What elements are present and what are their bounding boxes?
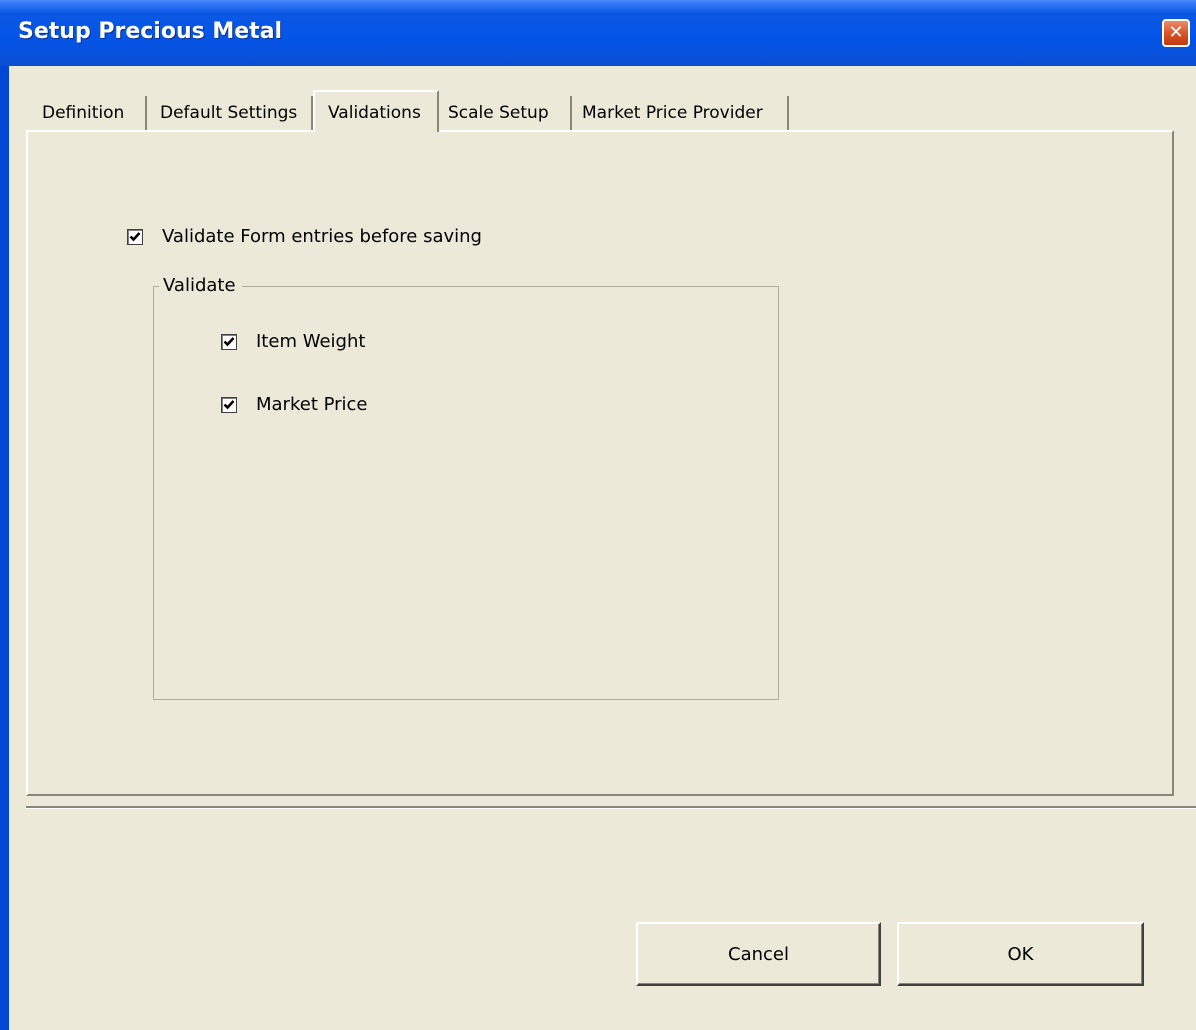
validate-before-saving-label: Validate Form entries before saving (162, 226, 482, 247)
market-price-checkbox[interactable] (221, 397, 237, 413)
checkmark-icon (129, 232, 141, 242)
tab-market-price-provider[interactable]: Market Price Provider (572, 96, 789, 130)
dialog-separator (26, 806, 1196, 809)
item-weight-checkbox[interactable] (221, 334, 237, 350)
tab-definition[interactable]: Definition (33, 96, 147, 130)
market-price-label: Market Price (256, 394, 368, 415)
checkmark-icon (223, 400, 235, 410)
ok-button[interactable]: OK (897, 922, 1144, 986)
checkmark-icon (223, 337, 235, 347)
tab-label: Definition (42, 103, 125, 123)
tab-scale-setup[interactable]: Scale Setup (439, 96, 572, 130)
dialog-window: Setup Precious Metal ✕ Definition Defaul… (0, 0, 1196, 1030)
validate-before-saving-checkbox[interactable] (127, 229, 143, 245)
tab-validations[interactable]: Validations (313, 90, 439, 132)
close-icon: ✕ (1168, 22, 1184, 43)
title-bar[interactable]: Setup Precious Metal ✕ (0, 0, 1196, 66)
tab-label: Market Price Provider (582, 103, 763, 123)
tab-label: Scale Setup (448, 103, 549, 123)
tab-label: Default Settings (160, 103, 298, 123)
cancel-button[interactable]: Cancel (636, 922, 881, 986)
tab-label: Validations (328, 103, 421, 123)
item-weight-label: Item Weight (256, 331, 366, 352)
window-title: Setup Precious Metal (18, 19, 283, 44)
close-button[interactable]: ✕ (1162, 19, 1190, 47)
tab-default-settings[interactable]: Default Settings (149, 96, 313, 130)
